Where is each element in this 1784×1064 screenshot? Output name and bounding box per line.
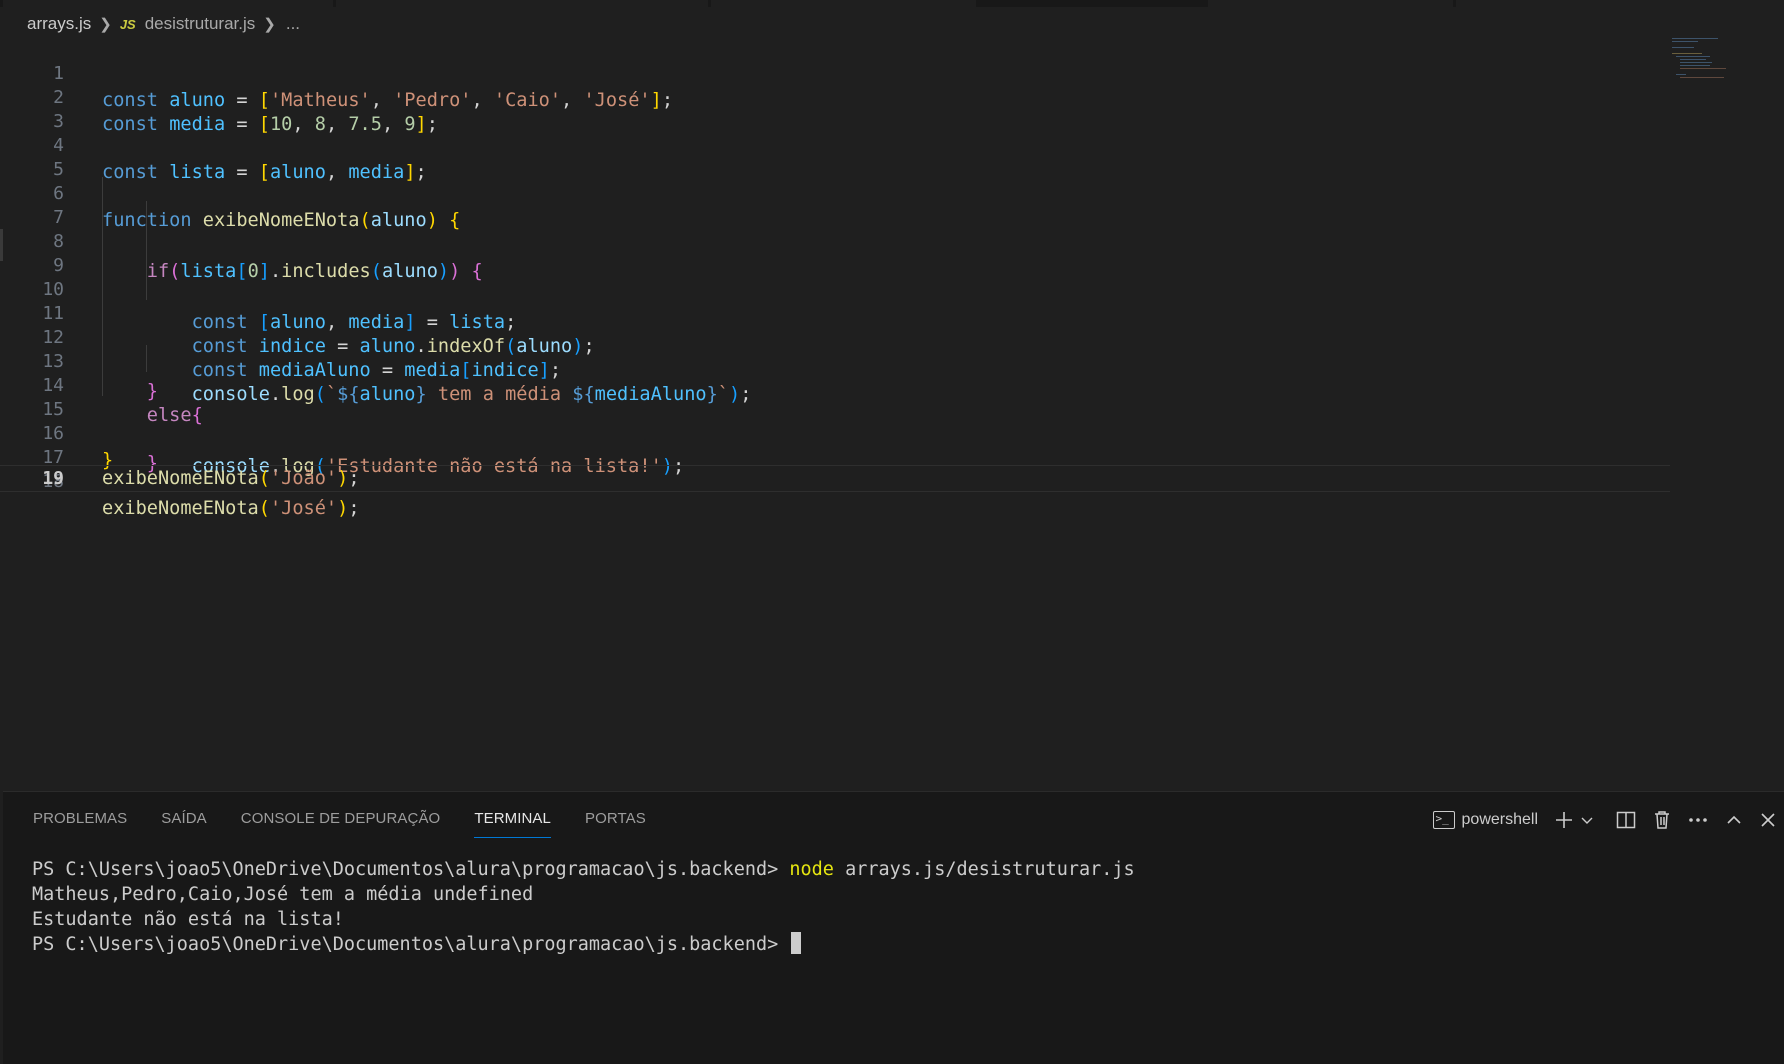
code-text: exibeNomeENota('José'); <box>102 498 360 519</box>
code-line[interactable]: 5 <box>0 129 1670 180</box>
kill-terminal-button[interactable] <box>1644 806 1680 834</box>
code-line-current[interactable]: 19 exibeNomeENota('João'); <box>0 465 1670 492</box>
code-line[interactable]: 15 } <box>0 369 1670 474</box>
minimap-line <box>1676 56 1710 58</box>
indent-guide <box>102 345 103 372</box>
line-number: 19 <box>42 468 64 489</box>
code-text: exibeNomeENota('João'); <box>102 468 360 489</box>
indent-guide <box>102 201 103 228</box>
tab-slot[interactable] <box>979 0 1205 7</box>
split-icon <box>1616 811 1636 829</box>
breadcrumb-file[interactable]: desistruturar.js <box>145 14 256 34</box>
tab-terminal[interactable]: TERMINAL <box>474 808 551 838</box>
tab-bar <box>0 0 1784 7</box>
terminal-command-args: arrays.js/desistruturar.js <box>833 859 1135 880</box>
tab-slot[interactable] <box>336 0 708 7</box>
terminal-output-line: Matheus,Pedro,Caio,José tem a média unde… <box>32 884 534 905</box>
code-editor[interactable]: 1 const aluno = ['Matheus', 'Pedro', 'Ca… <box>0 39 1784 791</box>
tab-slot[interactable] <box>1456 0 1784 7</box>
bottom-panel: PROBLEMAS SAÍDA CONSOLE DE DEPURAÇÃO TER… <box>3 791 1784 1064</box>
minimap-line <box>1680 62 1712 64</box>
minimap-line <box>1680 65 1710 67</box>
chevron-right-icon: ❯ <box>99 16 112 33</box>
trash-icon <box>1655 811 1669 829</box>
code-line[interactable]: 1 const aluno = ['Matheus', 'Pedro', 'Ca… <box>0 33 1670 111</box>
terminal-output[interactable]: PS C:\Users\joao5\OneDrive\Documentos\al… <box>32 857 1135 957</box>
chevron-right-icon: ❯ <box>263 16 276 33</box>
tab-slot[interactable] <box>3 0 333 7</box>
split-terminal-button[interactable] <box>1608 806 1644 834</box>
minimap-line <box>1672 41 1698 43</box>
breadcrumb-folder[interactable]: arrays.js <box>27 14 91 34</box>
more-icon <box>1689 818 1707 822</box>
indent-guide <box>146 249 147 276</box>
indent-guide <box>146 225 147 252</box>
panel-tabs: PROBLEMAS SAÍDA CONSOLE DE DEPURAÇÃO TER… <box>33 808 680 838</box>
shell-name: powershell <box>1461 811 1538 828</box>
terminal-command: node <box>789 859 834 880</box>
code-line[interactable]: 11 console.log(`${aluno} tem a média ${m… <box>0 273 1670 405</box>
code-line[interactable]: 14 console.log('Estudante não está na li… <box>0 345 1670 477</box>
code-line[interactable]: 10 const mediaAluno = media[indice]; <box>0 249 1670 381</box>
panel-actions: >_ powershell <box>1432 806 1784 834</box>
close-icon <box>1761 813 1775 827</box>
tab-output[interactable]: SAÍDA <box>161 808 207 838</box>
code-line[interactable]: 2 const media = [10, 8, 7.5, 9]; <box>0 57 1670 135</box>
minimap-line <box>1676 74 1686 76</box>
terminal-prompt: PS C:\Users\joao5\OneDrive\Documentos\al… <box>32 934 790 955</box>
indent-guide <box>146 345 147 372</box>
terminal-icon: >_ <box>1432 811 1455 829</box>
minimap-line <box>1680 77 1724 79</box>
tab-slot[interactable] <box>711 0 976 7</box>
indent-guide <box>102 321 103 348</box>
minimap-line <box>1672 38 1718 40</box>
code-line[interactable]: 9 const indice = aluno.indexOf(aluno); <box>0 225 1670 357</box>
code-line[interactable]: 13 else{ <box>0 321 1670 426</box>
javascript-file-icon: JS <box>119 16 136 32</box>
indent-guide <box>102 369 103 396</box>
terminal-cursor <box>791 932 802 954</box>
code-line[interactable]: 17 <box>0 417 1670 468</box>
indent-guide <box>102 249 103 276</box>
indent-guide <box>102 177 103 204</box>
code-line[interactable]: 4 const lista = [aluno, media]; <box>0 105 1670 183</box>
minimap-line <box>1680 68 1726 70</box>
tab-ports[interactable]: PORTAS <box>585 808 646 838</box>
minimap-line <box>1680 59 1706 61</box>
close-panel-button[interactable] <box>1752 806 1784 834</box>
code-line[interactable]: 7 if(lista[0].includes(aluno)) { <box>0 177 1670 282</box>
terminal-prompt: PS C:\Users\joao5\OneDrive\Documentos\al… <box>32 859 790 880</box>
code-line[interactable]: 6 function exibeNomeENota(aluno) { <box>0 153 1670 231</box>
code-line[interactable]: 8 const [aluno, media] = lista; <box>0 201 1670 333</box>
tab-debug-console[interactable]: CONSOLE DE DEPURAÇÃO <box>241 808 441 838</box>
tab-problems[interactable]: PROBLEMAS <box>33 808 127 838</box>
breadcrumb-symbols[interactable]: ... <box>286 14 300 34</box>
code-line[interactable]: 18 exibeNomeENota('José'); <box>0 441 1670 519</box>
plus-icon <box>1556 812 1572 828</box>
minimap[interactable] <box>1672 38 1734 79</box>
code-line[interactable]: 12 } <box>0 297 1670 402</box>
minimap-line <box>1672 53 1702 55</box>
indent-guide <box>102 225 103 252</box>
new-terminal-button[interactable] <box>1552 806 1576 834</box>
minimap-line <box>1672 47 1694 49</box>
chevron-down-icon <box>1581 817 1593 824</box>
indent-guide <box>146 273 147 300</box>
chevron-up-icon <box>1727 815 1741 824</box>
code-line[interactable]: 16 } <box>0 393 1670 471</box>
terminal-output-line: Estudante não está na lista! <box>32 909 344 930</box>
indent-guide <box>146 201 147 228</box>
terminal-dropdown-button[interactable] <box>1576 806 1598 834</box>
indent-guide <box>102 273 103 300</box>
maximize-panel-button[interactable] <box>1716 806 1752 834</box>
tab-slot[interactable] <box>1208 0 1453 7</box>
code-line[interactable]: 3 <box>0 81 1670 132</box>
indent-guide <box>102 297 103 324</box>
more-actions-button[interactable] <box>1680 806 1716 834</box>
terminal-selector[interactable]: >_ powershell <box>1432 806 1552 834</box>
